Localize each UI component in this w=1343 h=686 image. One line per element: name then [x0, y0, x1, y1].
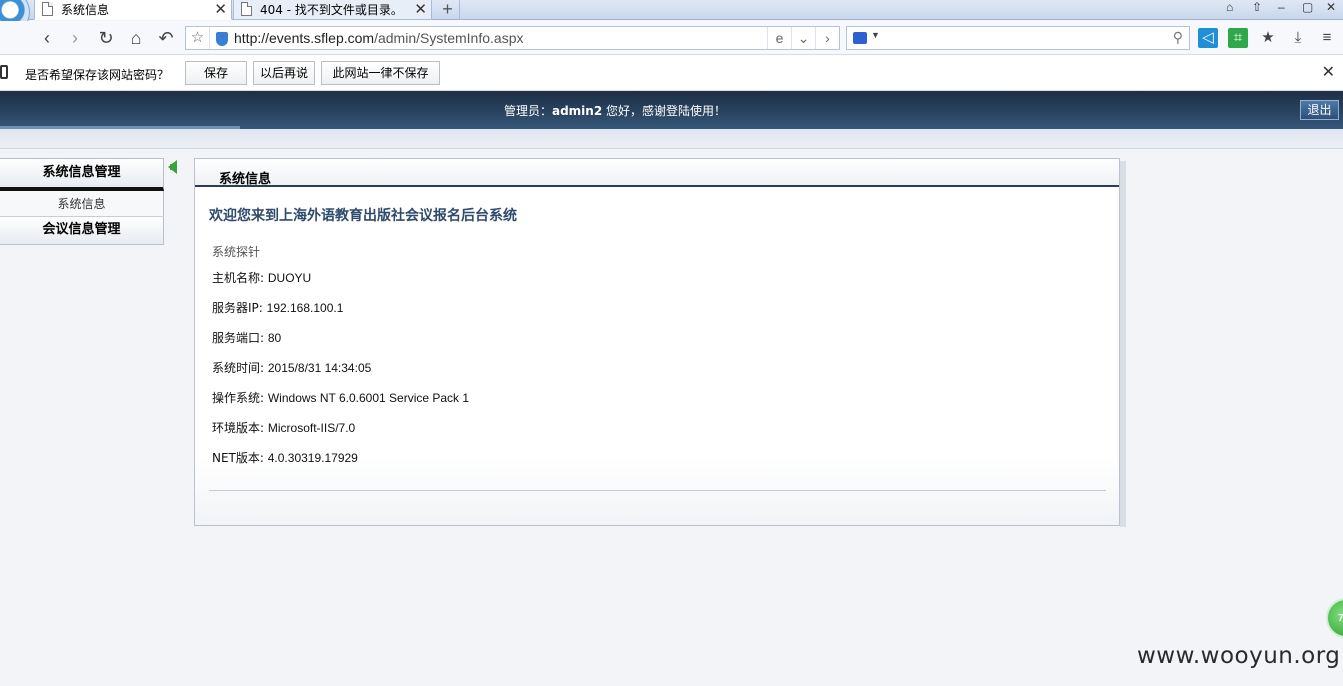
- sidebar: 系统信息管理 系统信息 会议信息管理: [0, 158, 164, 245]
- lock-icon: [0, 65, 8, 79]
- menu-icon[interactable]: ≡: [1317, 28, 1337, 48]
- search-icon[interactable]: ⚲: [1173, 29, 1183, 46]
- back-icon[interactable]: ‹: [36, 27, 58, 49]
- admin-greeting: 管理员：admin2 您好，感谢登陆使用！: [503, 104, 727, 118]
- panel-shadow: [1120, 161, 1126, 527]
- sound-icon[interactable]: ◁: [1198, 28, 1218, 48]
- caret-down-icon[interactable]: ▼: [871, 30, 880, 40]
- speed-badge[interactable]: 70: [1326, 598, 1343, 638]
- info-row-port: 服务端口: 80: [212, 331, 282, 345]
- pin-icon[interactable]: ⇧: [1252, 0, 1262, 14]
- watermark-text: www.wooyun.org: [1137, 643, 1341, 669]
- forward-icon[interactable]: ›: [64, 27, 86, 49]
- minimize-icon[interactable]: –: [1278, 0, 1285, 14]
- tab-label: 系统信息: [61, 3, 110, 17]
- password-question: 是否希望保存该网站密码？: [25, 68, 170, 82]
- address-bar[interactable]: ☆ http://events.sflep.com/admin/SystemIn…: [185, 26, 840, 50]
- panel-divider: [209, 490, 1106, 491]
- collapse-sidebar-arrow-icon[interactable]: [168, 160, 177, 174]
- later-button[interactable]: 以后再说: [253, 61, 315, 85]
- undo-icon[interactable]: ↶: [155, 27, 177, 49]
- sidebar-group-system-info[interactable]: 系统信息管理: [0, 158, 164, 191]
- crop-icon[interactable]: ⌗: [1228, 28, 1248, 48]
- sidebar-item-system-info[interactable]: 系统信息: [0, 191, 164, 217]
- info-row-system-time: 系统时间: 2015/8/31 14:34:05: [212, 361, 372, 375]
- site-header: 管理员：admin2 您好，感谢登陆使用！ 退出: [0, 91, 1343, 129]
- close-window-icon[interactable]: ✕: [1326, 0, 1336, 14]
- tab-404[interactable]: 404 - 找不到文件或目录。 ✕: [233, 0, 432, 20]
- browser-tab-strip: 系统信息 ✕ 404 - 找不到文件或目录。 ✕ + ⌂ ⇧ – ▢ ✕: [0, 0, 1343, 34]
- tab-label: 404 - 找不到文件或目录。: [260, 3, 403, 17]
- security-shield-icon: [216, 32, 228, 46]
- search-box[interactable]: ▼ ⚲: [846, 26, 1190, 50]
- welcome-heading: 欢迎您来到上海外语教育出版社会议报名后台系统: [209, 208, 517, 224]
- browser-toolbar: ‹ › ↻ ⌂ ↶ ☆ http://events.sflep.com/admi…: [0, 21, 1343, 55]
- info-row-net-version: NET版本: 4.0.30319.17929: [212, 451, 358, 465]
- download-icon[interactable]: ⤓: [1288, 28, 1308, 48]
- new-tab-button[interactable]: +: [436, 0, 460, 20]
- reload-icon[interactable]: ↻: [95, 27, 117, 49]
- tab-system-info[interactable]: 系统信息 ✕: [34, 0, 232, 20]
- page-icon: [241, 2, 252, 16]
- panel-title: 系统信息: [219, 172, 272, 187]
- close-icon[interactable]: ✕: [1322, 62, 1335, 82]
- favorites-icon[interactable]: ★: [1258, 28, 1278, 48]
- sidebar-group-meeting-info[interactable]: 会议信息管理: [0, 217, 164, 245]
- probe-label: 系统探针: [212, 245, 261, 259]
- save-password-button[interactable]: 保存: [185, 61, 247, 85]
- star-icon[interactable]: ☆: [186, 27, 210, 49]
- search-engine-icon[interactable]: [853, 32, 867, 44]
- skin-icon[interactable]: ⌂: [1226, 0, 1233, 14]
- never-save-button[interactable]: 此网站一律不保存: [321, 61, 440, 85]
- maximize-icon[interactable]: ▢: [1302, 0, 1313, 14]
- admin-username: admin2: [551, 104, 603, 118]
- go-icon[interactable]: ›: [815, 27, 839, 49]
- password-save-bar: 是否希望保存该网站密码？ 保存 以后再说 此网站一律不保存 ✕: [0, 55, 1343, 91]
- info-row-os: 操作系统: Windows NT 6.0.6001 Service Pack 1: [212, 391, 470, 405]
- info-row-env-version: 环境版本: Microsoft-IIS/7.0: [212, 421, 356, 435]
- compat-mode-icon[interactable]: e: [767, 27, 791, 49]
- home-icon[interactable]: ⌂: [125, 27, 147, 49]
- page-icon: [42, 2, 53, 16]
- system-info-panel: 系统信息 欢迎您来到上海外语教育出版社会议报名后台系统 系统探针 主机名称: D…: [194, 158, 1126, 527]
- dropdown-icon[interactable]: ⌄: [791, 27, 815, 49]
- panel-header: 系统信息: [195, 159, 1119, 187]
- address-url: http://events.sflep.com/admin/SystemInfo…: [234, 30, 524, 46]
- panel-body: 欢迎您来到上海外语教育出版社会议报名后台系统 系统探针 主机名称: DUOYU …: [195, 189, 1119, 525]
- close-tab-icon[interactable]: ✕: [414, 0, 427, 18]
- info-row-hostname: 主机名称: DUOYU: [212, 271, 312, 285]
- info-row-server-ip: 服务器IP: 192.168.100.1: [212, 301, 344, 315]
- close-tab-icon[interactable]: ✕: [214, 0, 227, 18]
- logout-button[interactable]: 退出: [1300, 100, 1339, 120]
- header-subband: [0, 129, 1343, 149]
